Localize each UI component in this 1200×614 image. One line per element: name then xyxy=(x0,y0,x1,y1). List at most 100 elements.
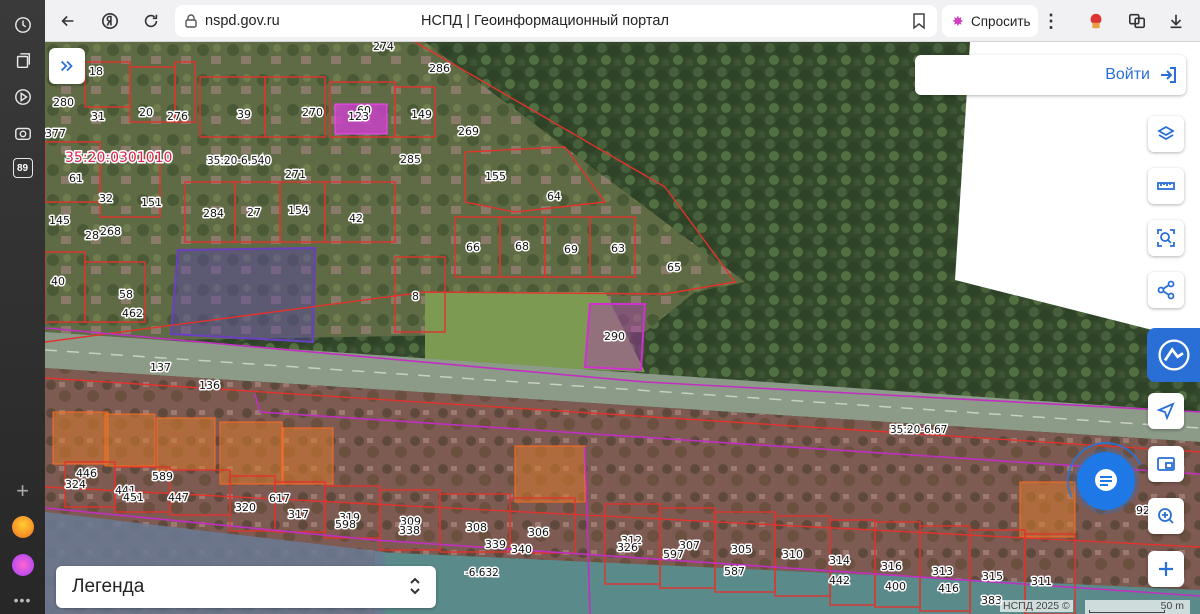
parcel-number-label[interactable]: 61 xyxy=(68,171,85,187)
parcel-number-label[interactable]: 285 xyxy=(399,152,423,168)
parcel-number-label[interactable]: 589 xyxy=(151,469,175,485)
more-menu-icon[interactable]: ⋮ xyxy=(1041,5,1061,37)
alice-app-icon[interactable] xyxy=(11,554,34,576)
parcel-number-label[interactable]: 320 xyxy=(234,500,258,516)
parcel-number-label[interactable]: 64 xyxy=(546,189,563,205)
parcel-number-label[interactable]: 339 xyxy=(484,537,508,553)
bookmark-icon[interactable] xyxy=(911,12,927,30)
parcel-number-label[interactable]: 598 xyxy=(334,517,358,533)
parcel-number-label[interactable]: 324 xyxy=(64,477,88,493)
marketplace-app-icon[interactable] xyxy=(11,516,34,538)
parcel-number-label[interactable]: 39 xyxy=(236,107,253,123)
parcel-number-label[interactable]: 400 xyxy=(884,579,908,595)
parcel-number-label[interactable]: 462 xyxy=(121,306,145,322)
extension-icon[interactable] xyxy=(1085,10,1107,32)
parcel-number-label[interactable]: 286 xyxy=(428,61,452,77)
parcel-number-label[interactable]: 597 xyxy=(662,547,686,563)
parcel-number-label[interactable]: 269 xyxy=(457,124,481,140)
address-bar[interactable]: nspd.gov.ru НСПД | Геоинформационный пор… xyxy=(175,5,937,37)
parcel-number-label[interactable]: 123 xyxy=(347,109,371,125)
parcel-number-label[interactable]: 338 xyxy=(398,523,422,539)
parcel-number-label[interactable]: 151 xyxy=(140,195,164,211)
parcel-number-label[interactable]: 276 xyxy=(166,109,190,125)
parcel-number-label[interactable]: 317 xyxy=(287,507,311,523)
login-button[interactable]: Войти xyxy=(1105,63,1178,87)
parcel-number-label[interactable]: 8 xyxy=(411,289,421,305)
parcel-number-label[interactable]: 268 xyxy=(99,224,123,240)
search-location-button[interactable] xyxy=(1148,498,1184,534)
collections-icon[interactable] xyxy=(12,50,34,72)
parcel-number-label[interactable]: 270 xyxy=(301,105,325,121)
gosuslugi-button[interactable] xyxy=(1147,328,1200,382)
parcel-number-label[interactable]: 315 xyxy=(981,569,1005,585)
parcel-number-label[interactable]: 316 xyxy=(880,559,904,575)
parcel-number-label[interactable]: 274 xyxy=(372,42,396,55)
navigation-arrow-icon xyxy=(1156,402,1175,421)
parcel-number-label[interactable]: 451 xyxy=(122,490,146,506)
parcel-number-label[interactable]: 58 xyxy=(118,287,135,303)
parcel-number-label[interactable]: 271 xyxy=(284,167,308,183)
parcel-number-label[interactable]: 313 xyxy=(931,564,955,580)
parcel-number-label[interactable]: 284 xyxy=(202,206,226,222)
parcel-number-label[interactable]: 587 xyxy=(723,564,747,580)
parcel-number-label[interactable]: 27 xyxy=(246,205,263,221)
minimap-button[interactable] xyxy=(1148,446,1184,482)
legend-dropdown[interactable]: Легенда xyxy=(56,566,436,608)
parcel-number-label[interactable]: 69 xyxy=(563,242,580,258)
parcel-number-label[interactable]: 290 xyxy=(603,329,627,345)
camera-icon[interactable] xyxy=(12,122,34,144)
parcel-number-label[interactable]: 28 xyxy=(84,228,101,244)
parcel-number-label[interactable]: 326 xyxy=(616,540,640,556)
zoom-in-button[interactable] xyxy=(1148,551,1184,587)
parcel-number-label[interactable]: 155 xyxy=(484,169,508,185)
parcel-number-label[interactable]: 383 xyxy=(980,593,1004,609)
area-search-button[interactable] xyxy=(1148,220,1184,256)
parcel-number-label[interactable]: 68 xyxy=(514,239,531,255)
parcel-number-label[interactable]: 149 xyxy=(410,107,434,123)
expand-panel-button[interactable] xyxy=(49,48,85,84)
parcel-number-label[interactable]: 20 xyxy=(138,105,155,121)
more-apps-icon[interactable]: ••• xyxy=(14,592,32,608)
parcel-number-label[interactable]: 306 xyxy=(527,525,551,541)
parcel-number-label[interactable]: 31 xyxy=(90,109,107,125)
history-icon[interactable] xyxy=(12,14,34,36)
parcel-number-label[interactable]: 137 xyxy=(149,360,173,376)
parcel-number-label[interactable]: 314 xyxy=(828,553,852,569)
back-button[interactable] xyxy=(57,10,79,32)
reload-button[interactable] xyxy=(140,10,162,32)
parcel-number-label[interactable]: 63 xyxy=(610,241,627,257)
parcel-number-label[interactable]: 416 xyxy=(937,581,961,597)
tab-count-badge[interactable]: 89 xyxy=(12,158,33,178)
parcel-number-label[interactable]: 40 xyxy=(50,274,67,290)
parcel-number-label[interactable]: 340 xyxy=(510,542,534,558)
parcel-number-label[interactable]: 617 xyxy=(268,491,292,507)
layers-button[interactable] xyxy=(1148,116,1184,152)
add-panel-icon[interactable]: + xyxy=(16,480,29,502)
measure-button[interactable] xyxy=(1148,168,1184,204)
video-play-icon[interactable] xyxy=(12,86,34,108)
parcel-number-label[interactable]: 377 xyxy=(45,126,68,142)
parcel-number-label[interactable]: 42 xyxy=(348,211,365,227)
parcel-number-label[interactable]: 136 xyxy=(198,378,222,394)
parcel-number-label[interactable]: 154 xyxy=(287,203,311,219)
parcel-number-label[interactable]: 310 xyxy=(781,547,805,563)
geolocation-button[interactable] xyxy=(1148,393,1184,429)
share-button[interactable] xyxy=(1148,272,1184,308)
yandex-icon[interactable] xyxy=(99,10,121,32)
parcel-number-label[interactable]: 66 xyxy=(465,240,482,256)
parcel-number-label[interactable]: 308 xyxy=(465,520,489,536)
parcel-number-label[interactable]: 145 xyxy=(48,213,72,229)
parcel-number-label[interactable]: 18 xyxy=(88,64,105,80)
parcel-number-label[interactable]: 311 xyxy=(1030,574,1054,590)
download-icon[interactable] xyxy=(1165,10,1187,32)
parcel-number-label[interactable]: 280 xyxy=(52,95,76,111)
parcel-number-label[interactable]: 32 xyxy=(98,191,115,207)
chat-assistant-button[interactable] xyxy=(1077,452,1135,510)
ask-ai-button[interactable]: ✸ Спросить xyxy=(942,5,1038,37)
parcel-number-label[interactable]: 447 xyxy=(167,490,191,506)
parcel-number-label[interactable]: 305 xyxy=(730,542,754,558)
translate-icon[interactable] xyxy=(1126,10,1148,32)
map-view[interactable]: 35:20:0301010 35:20-6.540 35:20-6.67 -6.… xyxy=(45,42,1200,614)
parcel-number-label[interactable]: 442 xyxy=(828,573,852,589)
parcel-number-label[interactable]: 65 xyxy=(666,260,683,276)
